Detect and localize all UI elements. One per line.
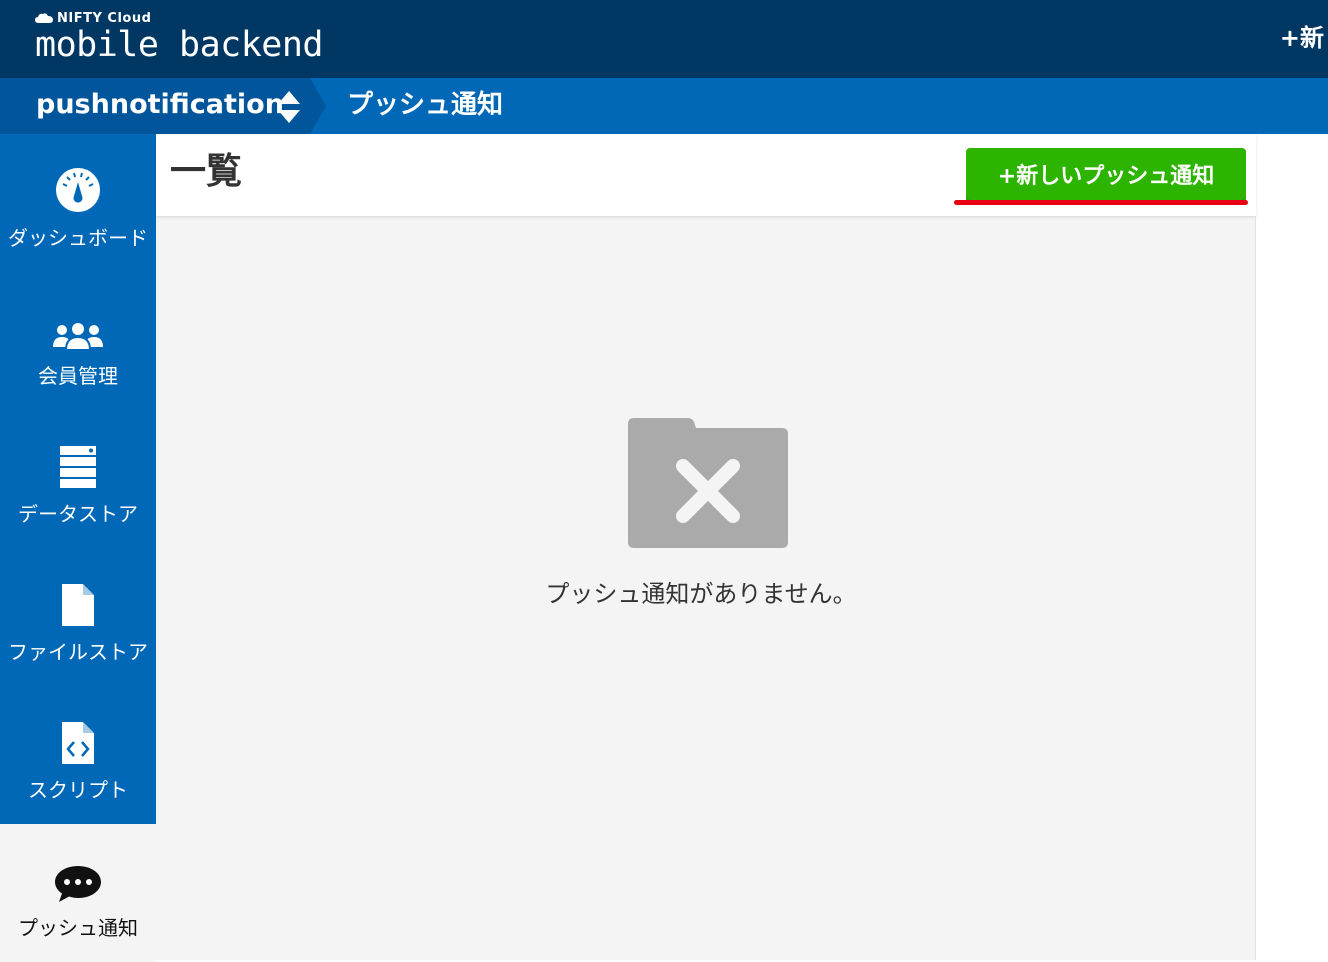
sidebar-item-script[interactable]: スクリプト (0, 686, 156, 824)
sidebar: ダッシュボード 会員管理 データストア ファイルストア スクリプト プッシュ通知 (0, 134, 156, 962)
top-header: NIFTY Cloud mobile backend +新 (0, 0, 1328, 78)
sidebar-item-label: ファイルストア (8, 640, 148, 664)
file-icon (62, 584, 94, 626)
sidebar-item-dashboard[interactable]: ダッシュボード (0, 134, 156, 272)
members-icon (53, 321, 103, 350)
sidebar-item-filestore[interactable]: ファイルストア (0, 548, 156, 686)
page-title: 一覧 (170, 151, 243, 192)
database-icon (60, 446, 96, 488)
sidebar-item-label: データストア (18, 502, 138, 526)
sidebar-item-label: プッシュ通知 (18, 916, 138, 940)
main-content: 一覧 +新しいプッシュ通知 プッシュ通知がありません。 (156, 134, 1256, 960)
empty-message: プッシュ通知がありません。 (545, 580, 857, 608)
chat-bubble-icon (55, 866, 101, 902)
empty-folder-icon (628, 418, 788, 548)
app-bar: pushnotification プッシュ通知 (0, 78, 1328, 134)
sidebar-item-label: 会員管理 (38, 364, 118, 388)
brand-small-text: NIFTY Cloud (57, 10, 152, 26)
breadcrumb[interactable]: プッシュ通知 (347, 88, 503, 122)
brand-small: NIFTY Cloud (35, 10, 323, 26)
cloud-icon (35, 13, 53, 23)
sidebar-item-label: ダッシュボード (8, 226, 148, 250)
brand-main-text: mobile backend (35, 25, 324, 65)
highlight-underline (954, 200, 1248, 205)
brand-logo[interactable]: NIFTY Cloud mobile backend (35, 10, 324, 65)
dashboard-gauge-icon (56, 168, 100, 212)
new-push-notification-button[interactable]: +新しいプッシュ通知 (966, 148, 1246, 200)
sidebar-item-label: スクリプト (28, 778, 128, 802)
content-header: 一覧 +新しいプッシュ通知 (156, 134, 1256, 216)
script-icon (62, 722, 94, 764)
sidebar-item-push[interactable]: プッシュ通知 (0, 824, 156, 962)
top-new-button[interactable]: +新 (1280, 18, 1324, 53)
sort-updown-icon (278, 91, 300, 123)
app-selector[interactable]: pushnotification (0, 78, 326, 134)
app-name: pushnotification (36, 89, 284, 120)
sidebar-item-datastore[interactable]: データストア (0, 410, 156, 548)
sidebar-item-members[interactable]: 会員管理 (0, 272, 156, 410)
